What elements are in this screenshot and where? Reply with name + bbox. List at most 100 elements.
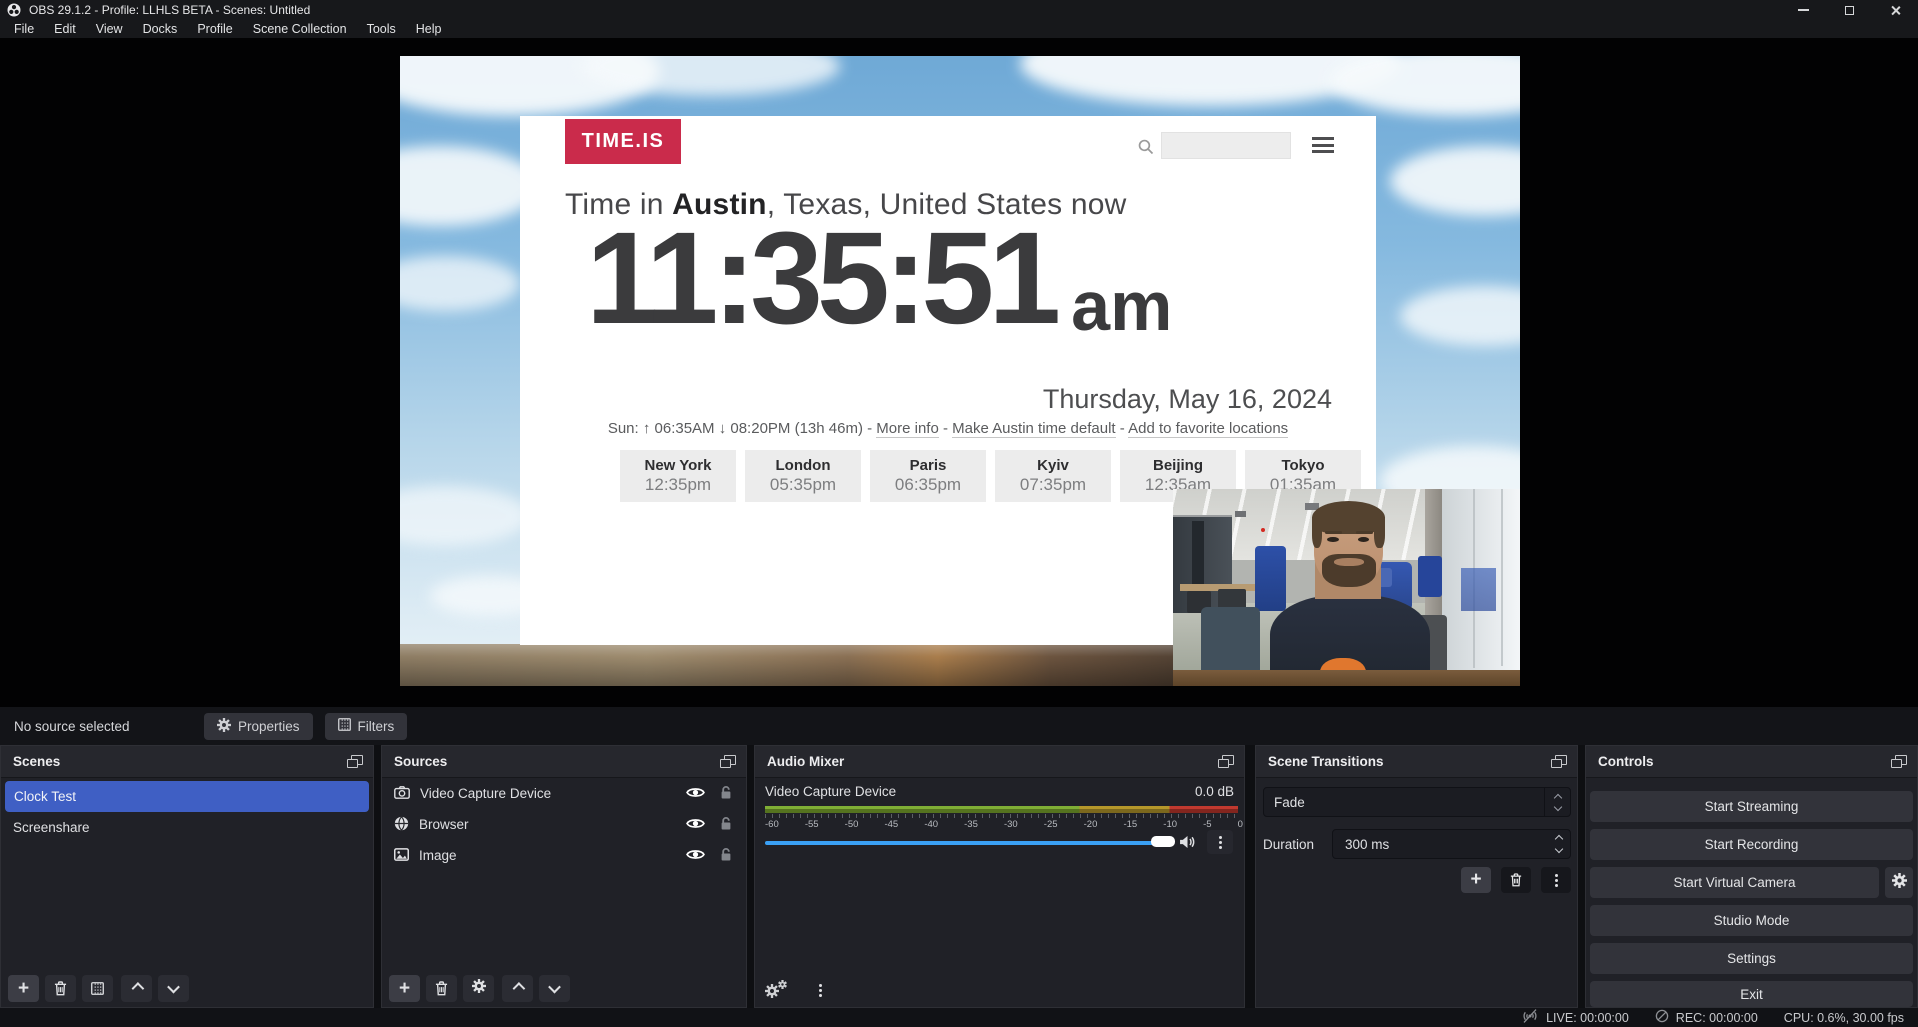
sun-times: Sun: ↑ 06:35AM ↓ 08:20PM (13h 46m) - [608,420,872,437]
menu-edit[interactable]: Edit [44,20,86,38]
volume-slider[interactable] [765,841,1173,845]
move-scene-down-button[interactable] [158,975,189,1002]
menu-profile[interactable]: Profile [187,20,242,38]
exit-button[interactable]: Exit [1590,981,1913,1007]
tick-label: -25 [1044,819,1058,830]
move-source-up-button[interactable] [502,975,533,1002]
tick-label: -20 [1084,819,1098,830]
add-scene-button[interactable]: + [8,975,39,1002]
volume-meter-ticks [765,814,1238,818]
chevron-up-icon [132,982,145,995]
transition-selected-value: Fade [1274,795,1305,810]
city-box-london: London05:35pm [745,450,861,502]
properties-label: Properties [238,719,300,734]
source-item-browser[interactable]: Browser [382,809,746,840]
filters-button[interactable]: Filters [325,713,408,740]
make-default-link: Make Austin time default [952,420,1115,438]
spin-up-icon[interactable] [1555,835,1563,843]
city-name: Paris [870,457,986,474]
virtual-camera-settings-button[interactable] [1885,867,1913,898]
source-properties-button[interactable] [463,975,494,1002]
transitions-panel-header: Scene Transitions [1256,746,1577,778]
minimize-button[interactable] [1780,0,1826,20]
audio-mixer-title: Audio Mixer [767,754,844,769]
lock-icon[interactable] [720,785,732,803]
combo-chevrons[interactable] [1544,788,1570,816]
tick-label: -35 [964,819,978,830]
remove-transition-button[interactable] [1501,867,1531,893]
controls-panel: Controls Start Streaming Start Recording… [1585,745,1918,1008]
visibility-eye-icon[interactable] [686,848,705,864]
city-time: 07:35pm [995,475,1111,495]
scene-item-screenshare[interactable]: Screenshare [1,812,373,843]
start-virtual-camera-button[interactable]: Start Virtual Camera [1590,867,1879,898]
more-info-link: More info [876,420,939,438]
tick-label: -5 [1203,819,1211,830]
chevron-down-icon [1553,802,1561,810]
menu-tools[interactable]: Tools [357,20,406,38]
advanced-audio-button[interactable] [765,981,785,999]
duration-spinner[interactable]: 300 ms [1332,829,1571,859]
maximize-button[interactable] [1826,0,1872,20]
source-item-video-capture[interactable]: Video Capture Device [382,778,746,809]
speaker-icon[interactable] [1179,835,1196,854]
trash-icon [1510,873,1522,887]
visibility-eye-icon[interactable] [686,786,705,802]
add-source-button[interactable]: + [389,975,420,1002]
popout-dock-icon[interactable] [1891,755,1907,768]
properties-button[interactable]: Properties [204,713,313,740]
popout-dock-icon[interactable] [1218,755,1234,768]
globe-icon [394,816,409,834]
live-status: LIVE: 00:00:00 [1521,1009,1629,1026]
transition-properties-button[interactable] [1541,867,1571,893]
record-off-icon [1655,1009,1669,1026]
scene-capture: TIME.IS Time in Austin, Texas, United St… [400,56,1520,686]
kebab-menu-icon [819,984,822,987]
obs-logo-icon [7,3,21,17]
mixer-menu-button[interactable] [813,981,827,999]
tick-label: -40 [924,819,938,830]
menu-file[interactable]: File [4,20,44,38]
mixer-channel-menu-button[interactable] [1207,830,1233,854]
transition-select[interactable]: Fade [1263,787,1571,817]
remove-scene-button[interactable] [45,975,76,1002]
visibility-eye-icon[interactable] [686,817,705,833]
lock-icon[interactable] [720,816,732,834]
cpu-status: CPU: 0.6%, 30.00 fps [1784,1011,1904,1025]
digital-clock: 11:35:51 am [586,212,1172,343]
search-icon [1137,138,1154,160]
menu-scene-collection[interactable]: Scene Collection [243,20,357,38]
popout-dock-icon[interactable] [720,755,736,768]
spin-down-icon[interactable] [1555,845,1563,853]
tick-label: 0 [1238,819,1243,830]
source-item-image[interactable]: Image [382,840,746,871]
popout-dock-icon[interactable] [347,755,363,768]
popout-dock-icon[interactable] [1551,755,1567,768]
tick-label: -45 [884,819,898,830]
add-transition-button[interactable]: + [1461,867,1491,893]
controls-panel-header: Controls [1586,746,1917,778]
volume-slider-handle[interactable] [1151,836,1175,847]
move-scene-up-button[interactable] [121,975,152,1002]
separator: - [943,420,948,437]
move-source-down-button[interactable] [539,975,570,1002]
lock-icon[interactable] [720,847,732,865]
preview-canvas[interactable]: TIME.IS Time in Austin, Texas, United St… [0,38,1918,707]
close-button[interactable] [1872,0,1918,20]
tick-label: -30 [1004,819,1018,830]
start-recording-button[interactable]: Start Recording [1590,829,1913,860]
rec-timer: REC: 00:00:00 [1676,1011,1758,1025]
volume-meter-body [765,809,1238,813]
scene-item-clock-test[interactable]: Clock Test [5,781,369,812]
menu-view[interactable]: View [86,20,133,38]
scene-filters-button[interactable] [82,975,113,1002]
menu-bar: File Edit View Docks Profile Scene Colle… [0,20,1918,38]
settings-button[interactable]: Settings [1590,943,1913,974]
studio-mode-button[interactable]: Studio Mode [1590,905,1913,936]
menu-docks[interactable]: Docks [133,20,188,38]
current-date: Thursday, May 16, 2024 [1043,384,1332,415]
broadcast-off-icon [1521,1009,1539,1026]
start-streaming-button[interactable]: Start Streaming [1590,791,1913,822]
remove-source-button[interactable] [426,975,457,1002]
menu-help[interactable]: Help [406,20,452,38]
